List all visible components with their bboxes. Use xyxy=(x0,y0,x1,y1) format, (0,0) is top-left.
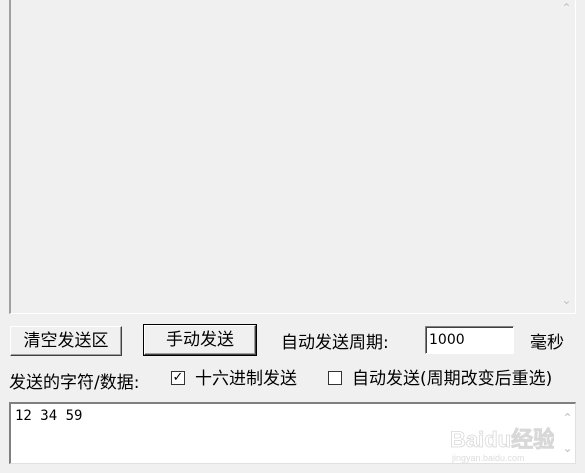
period-unit-label: 毫秒 xyxy=(530,333,564,353)
watermark-text: Baidu经验 xyxy=(450,427,554,452)
auto-send-period-input[interactable] xyxy=(425,326,514,354)
hex-send-label[interactable]: 十六进制发送 xyxy=(195,368,297,390)
send-text-content: 12 34 59 xyxy=(15,408,83,424)
manual-send-button[interactable]: 手动发送 xyxy=(143,324,257,356)
auto-send-checkbox[interactable] xyxy=(328,371,342,385)
auto-send-period-label: 自动发送周期: xyxy=(281,333,389,353)
watermark-subtext: jingyan.baidu.com xyxy=(451,453,525,463)
receive-text-area[interactable]: ⌃ ⌄ xyxy=(9,0,576,314)
clear-send-area-button[interactable]: 清空发送区 xyxy=(10,326,122,356)
auto-send-label[interactable]: 自动发送(周期改变后重选) xyxy=(352,368,552,390)
scroll-up-arrow-icon[interactable]: ⌃ xyxy=(558,0,575,17)
send-vertical-scrollbar[interactable]: ⌃ ⌄ xyxy=(559,404,575,463)
scroll-up-arrow-icon[interactable]: ⌃ xyxy=(559,410,576,427)
receive-vertical-scrollbar[interactable]: ⌃ ⌄ xyxy=(558,0,575,313)
send-data-label: 发送的字符/数据: xyxy=(9,373,140,393)
scroll-down-arrow-icon[interactable]: ⌄ xyxy=(559,440,576,457)
baidu-watermark-logo: Baidu经验 jingyan.baidu.com xyxy=(450,427,554,463)
scroll-down-arrow-icon[interactable]: ⌄ xyxy=(558,292,575,309)
hex-send-checkbox[interactable]: ✓ xyxy=(171,371,185,385)
checkmark-icon: ✓ xyxy=(172,370,184,385)
